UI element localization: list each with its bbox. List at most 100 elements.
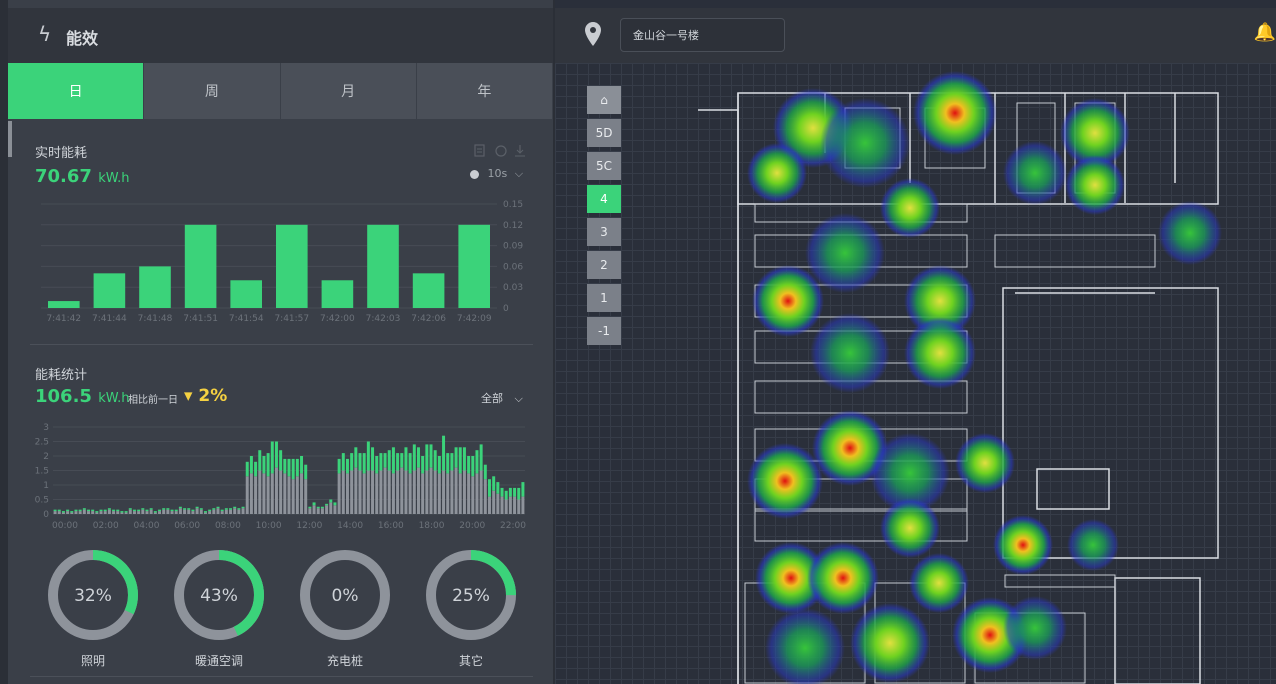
bar bbox=[93, 273, 126, 308]
stack-bar-base bbox=[325, 505, 329, 514]
floor-button[interactable]: 3 bbox=[587, 218, 621, 246]
stack-bar-top bbox=[479, 444, 483, 471]
floor-button[interactable]: 4 bbox=[587, 185, 621, 213]
floor-plan[interactable] bbox=[555, 63, 1276, 684]
stack-bar-base bbox=[492, 490, 496, 514]
x-tick-label: 7:41:48 bbox=[138, 314, 173, 324]
stack-bar-base bbox=[82, 509, 86, 514]
x-tick-label: 00:00 bbox=[52, 521, 78, 531]
stack-bar-top bbox=[504, 490, 508, 500]
stack-bar-base bbox=[128, 509, 132, 514]
tab-day[interactable]: 日 bbox=[8, 63, 145, 119]
stack-bar-top bbox=[287, 458, 291, 477]
stack-bar-base bbox=[141, 509, 145, 514]
section-divider bbox=[30, 344, 533, 345]
realtime-toolbar bbox=[474, 144, 525, 157]
stack-bar-top bbox=[320, 506, 324, 509]
stack-bar-top bbox=[153, 511, 157, 513]
y-tick-label: 0 bbox=[43, 510, 49, 520]
bell-icon[interactable]: 🔔 bbox=[1254, 22, 1276, 43]
stats-chart: 3 2.5 2 1.5 1 0.5 000:00 02:00 04:00 06:00 08:00 10… bbox=[35, 423, 526, 531]
stack-bar-base bbox=[333, 505, 337, 514]
stack-bar-base bbox=[153, 512, 157, 514]
lightning-icon: ϟ bbox=[38, 22, 52, 46]
stats-number: 106.5 bbox=[35, 386, 92, 407]
category-donuts: 32% 43% 0% 25% bbox=[48, 550, 516, 640]
stack-bar-top bbox=[70, 511, 74, 513]
stack-bar-base bbox=[66, 511, 70, 514]
stack-bar-base bbox=[274, 467, 278, 514]
stack-bar-top bbox=[149, 508, 153, 510]
compare-label: 相比前一日 bbox=[128, 395, 178, 406]
stack-bar-base bbox=[458, 473, 462, 514]
stack-bar-top bbox=[462, 447, 466, 471]
stack-bar-base bbox=[504, 499, 508, 514]
floor-button[interactable]: 5C bbox=[587, 152, 621, 180]
realtime-unit: kW.h bbox=[98, 171, 130, 186]
stack-bar-top bbox=[458, 447, 462, 474]
donut-label-hvac: 暖通空调 bbox=[194, 654, 243, 668]
stack-bar-top bbox=[421, 456, 425, 474]
stack-bar-base bbox=[295, 476, 299, 514]
x-tick-label: 7:42:03 bbox=[366, 314, 401, 324]
building-select[interactable]: 金山谷一号楼 ⌵ bbox=[620, 18, 785, 52]
floor-button[interactable]: 1 bbox=[587, 284, 621, 312]
stack-bar-top bbox=[437, 456, 441, 474]
stack-bar-base bbox=[383, 467, 387, 514]
stack-bar-base bbox=[475, 473, 479, 514]
stack-bar-base bbox=[99, 511, 103, 514]
stack-bar-base bbox=[308, 508, 312, 514]
stack-bar-base bbox=[433, 470, 437, 514]
clock-icon bbox=[470, 169, 479, 179]
stack-bar-top bbox=[174, 509, 178, 512]
stack-bar-base bbox=[521, 496, 525, 514]
stack-bar-base bbox=[187, 509, 191, 514]
stack-bar-base bbox=[408, 473, 412, 514]
bar bbox=[139, 266, 171, 308]
stack-bar-top bbox=[387, 450, 391, 471]
stack-bar-base bbox=[74, 511, 78, 514]
stack-bar-top bbox=[245, 461, 249, 477]
stack-bar-top bbox=[467, 456, 471, 474]
tab-year[interactable]: 年 bbox=[416, 63, 553, 119]
floor-button[interactable]: -1 bbox=[587, 317, 621, 345]
floor-button[interactable]: 2 bbox=[587, 251, 621, 279]
category-filter[interactable]: 全部 ⌵ bbox=[481, 390, 523, 406]
stack-bar-top bbox=[283, 458, 287, 474]
stack-bar-top bbox=[345, 458, 349, 474]
x-tick-label: 7:41:51 bbox=[183, 314, 218, 324]
stack-bar-base bbox=[149, 509, 153, 514]
scrollbar-thumb[interactable] bbox=[8, 121, 12, 157]
stack-bar-top bbox=[195, 506, 199, 509]
x-tick-label: 06:00 bbox=[174, 521, 200, 531]
x-tick-label: 7:41:57 bbox=[274, 314, 309, 324]
stack-bar-top bbox=[178, 506, 182, 509]
stack-bar-base bbox=[112, 511, 116, 514]
download-icon[interactable] bbox=[515, 145, 525, 157]
stack-bar-top bbox=[508, 487, 512, 497]
stack-bar-base bbox=[208, 511, 212, 514]
document-icon[interactable] bbox=[474, 144, 485, 157]
stack-bar-top bbox=[120, 511, 124, 513]
stack-bar-base bbox=[379, 470, 383, 514]
tab-month[interactable]: 月 bbox=[280, 63, 417, 119]
tab-week[interactable]: 周 bbox=[144, 63, 281, 119]
stack-bar-base bbox=[375, 473, 379, 514]
stack-bar-base bbox=[341, 470, 345, 514]
home-icon[interactable]: ⌂ bbox=[587, 86, 621, 114]
stack-bar-top bbox=[408, 453, 412, 474]
stack-bar-base bbox=[488, 496, 491, 514]
stack-bar-base bbox=[124, 512, 128, 514]
stack-bar-top bbox=[329, 499, 333, 503]
stack-bar-top bbox=[57, 509, 61, 512]
stack-bar-top bbox=[337, 458, 341, 474]
stack-bar-top bbox=[170, 509, 174, 512]
floor-button[interactable]: 5D bbox=[587, 119, 621, 147]
stack-bar-top bbox=[249, 456, 253, 474]
stack-bar-base bbox=[416, 467, 420, 514]
refresh-icon[interactable] bbox=[495, 145, 507, 157]
stack-bar-base bbox=[300, 473, 304, 514]
interval-select[interactable]: 10s ⌵ bbox=[470, 167, 523, 181]
stack-bar-top bbox=[316, 506, 320, 509]
stack-bar-base bbox=[158, 511, 162, 514]
